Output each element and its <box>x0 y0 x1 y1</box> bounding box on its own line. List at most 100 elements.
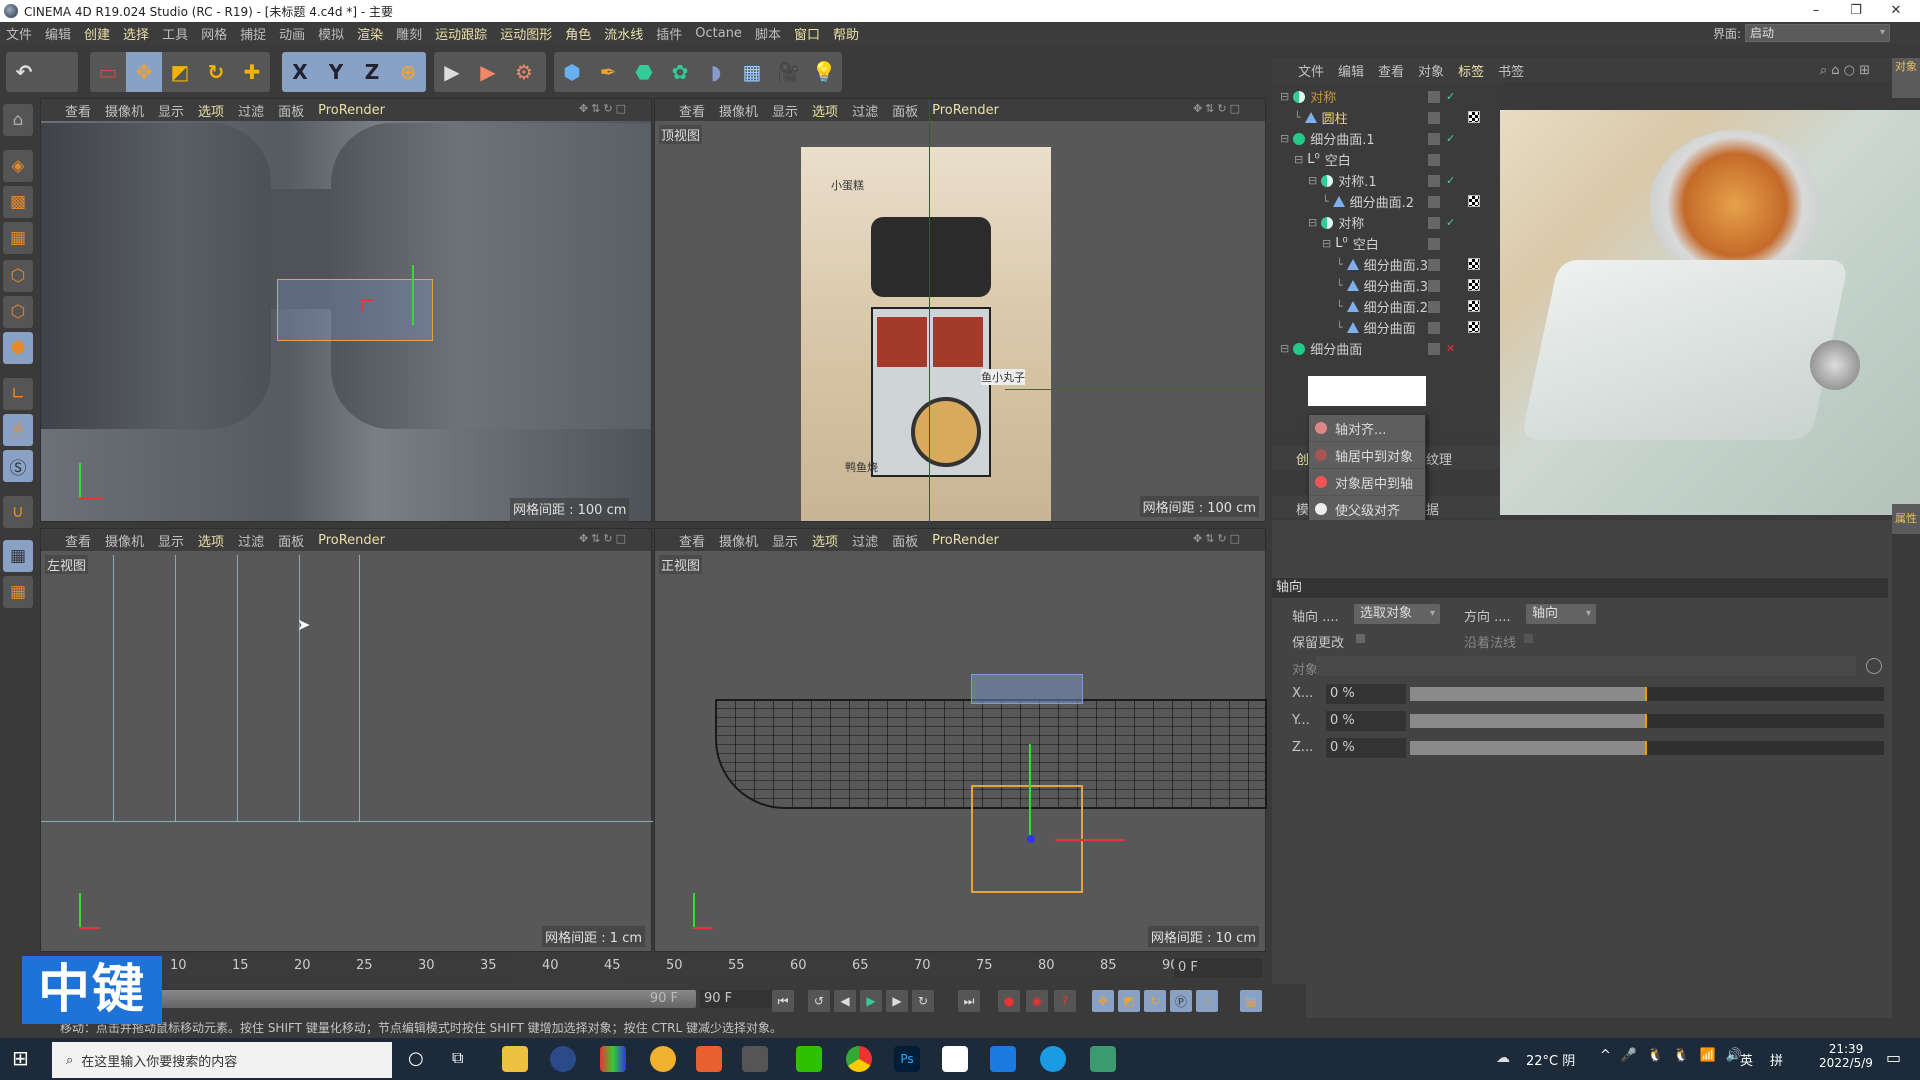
layer-icon[interactable] <box>1428 90 1440 103</box>
object-tree-item[interactable]: ⊟ L⁰ 空白 <box>1272 233 1500 254</box>
render-view-icon[interactable]: ▶ <box>434 52 470 92</box>
object-flags[interactable] <box>1428 277 1458 294</box>
data-menu[interactable]: 据 <box>1426 499 1439 518</box>
object-tree-item[interactable]: ⊟ 细分曲面 <box>1272 338 1500 359</box>
menu-item[interactable]: 雕刻 <box>396 24 422 43</box>
vp-menu-view[interactable]: 查看 <box>679 101 705 120</box>
render-settings-icon[interactable]: ⚙ <box>506 52 542 92</box>
baidu-netdisk-icon[interactable] <box>942 1046 968 1072</box>
select-rect-icon[interactable]: ▭ <box>90 52 126 92</box>
object-tree-item[interactable]: ⊟ 对称.1 <box>1272 170 1500 191</box>
vp-menu-options[interactable]: 选项 <box>198 101 224 120</box>
scale-icon[interactable]: ◩ <box>162 52 198 92</box>
object-tree-item[interactable]: ⊟ 对称 <box>1272 212 1500 233</box>
object-flags[interactable] <box>1428 193 1458 210</box>
object-flags[interactable]: ✓ <box>1428 130 1458 147</box>
x-axis-handle[interactable] <box>1055 839 1125 841</box>
file-explorer-icon[interactable] <box>502 1046 528 1072</box>
x-axis-button[interactable]: X <box>282 52 318 92</box>
vp-menu-prorender[interactable]: ProRender <box>932 533 999 548</box>
polygons-mode-icon[interactable]: ⬢ <box>3 332 33 364</box>
om-menu-edit[interactable]: 编辑 <box>1338 61 1364 80</box>
menu-item[interactable]: 文件 <box>6 24 32 43</box>
keyframe-selection-button[interactable]: ? <box>1054 990 1076 1012</box>
prev-key-button[interactable]: ↺ <box>808 990 830 1012</box>
rotate-icon[interactable]: ↻ <box>198 52 234 92</box>
powerpoint-icon[interactable] <box>696 1046 722 1072</box>
expand-toggle-icon[interactable]: ⊟ <box>1280 342 1289 355</box>
layer-icon[interactable] <box>1428 111 1440 124</box>
object-flags[interactable]: ✓ <box>1428 172 1458 189</box>
vp-menu-options[interactable]: 选项 <box>198 531 224 550</box>
move-icon[interactable]: ✥ <box>126 52 162 92</box>
undo-icon[interactable]: ↶ <box>6 52 42 92</box>
menu-item[interactable]: 脚本 <box>755 24 781 43</box>
viewport-left[interactable]: 查看 摄像机 显示 选项 过滤 面板 ProRender ✥⇅↻□ 左视图 ➤ … <box>40 528 653 952</box>
object-tree-item[interactable]: └ 细分曲面.3 <box>1272 254 1500 275</box>
texture-mode-icon[interactable]: ▩ <box>3 186 33 218</box>
record-button[interactable]: ● <box>998 990 1020 1012</box>
viewport-nav-icons[interactable]: ✥⇅↻□ <box>579 102 629 115</box>
deformer-icon[interactable]: ◗ <box>698 52 734 92</box>
percent-input[interactable]: 0 % <box>1326 711 1406 731</box>
windows-start-icon[interactable]: ⊞ <box>12 1046 29 1070</box>
vp-menu-filter[interactable]: 过滤 <box>238 101 264 120</box>
viewport-nav-icons[interactable]: ✥⇅↻□ <box>1193 102 1243 115</box>
vp-menu-options[interactable]: 选项 <box>812 101 838 120</box>
expand-toggle-icon[interactable]: ⊟ <box>1280 132 1289 145</box>
vp-menu-panel[interactable]: 面板 <box>278 101 304 120</box>
expand-toggle-icon[interactable]: ⊟ <box>1322 237 1331 250</box>
scheme-button[interactable]: ▤ <box>1240 990 1262 1012</box>
object-tree-item[interactable]: └ 细分曲面.3 <box>1272 275 1500 296</box>
edge-icon[interactable] <box>1040 1046 1066 1072</box>
color-swatch[interactable] <box>1308 376 1426 406</box>
popup-menu-item[interactable]: 轴居中到对象 <box>1309 442 1425 469</box>
vp-menu-display[interactable]: 显示 <box>772 531 798 550</box>
y-axis-button[interactable]: Y <box>318 52 354 92</box>
viewport-nav-icons[interactable]: ✥⇅↻□ <box>1193 532 1243 545</box>
weather-text[interactable]: 22°C 阴 <box>1526 1050 1575 1069</box>
percent-input[interactable]: 0 % <box>1326 684 1406 704</box>
menu-item[interactable]: 角色 <box>565 24 591 43</box>
menu-item[interactable]: 渲染 <box>357 24 383 43</box>
calculator-icon[interactable] <box>742 1046 768 1072</box>
vp-menu-prorender[interactable]: ProRender <box>318 533 385 548</box>
viewport-nav-icons[interactable]: ✥⇅↻□ <box>579 532 629 545</box>
vp-menu-camera[interactable]: 摄像机 <box>719 101 758 120</box>
vp-menu-filter[interactable]: 过滤 <box>852 101 878 120</box>
viewport-front[interactable]: 查看 摄像机 显示 选项 过滤 面板 ProRender ✥⇅↻□ 正视图 网格… <box>654 528 1267 952</box>
tweak-mode-icon[interactable]: 🖱 <box>3 414 33 446</box>
render-picture-viewer-icon[interactable]: ▶ <box>470 52 506 92</box>
goto-start-button[interactable]: ⏮ <box>772 990 794 1012</box>
enabled-check-icon[interactable]: ✓ <box>1446 132 1455 145</box>
layer-icon[interactable] <box>1428 132 1440 145</box>
vp-menu-camera[interactable]: 摄像机 <box>105 531 144 550</box>
enabled-check-icon[interactable]: ✓ <box>1446 216 1455 229</box>
enabled-check-icon[interactable]: ✓ <box>1446 90 1455 103</box>
vp-menu-prorender[interactable]: ProRender <box>932 103 999 118</box>
object-link-field[interactable] <box>1316 656 1856 676</box>
direction-dropdown[interactable]: 轴向 <box>1526 604 1596 624</box>
vp-menu-panel[interactable]: 面板 <box>278 531 304 550</box>
vp-menu-view[interactable]: 查看 <box>65 101 91 120</box>
menu-item[interactable]: 运动跟踪 <box>435 24 487 43</box>
om-search-icon[interactable]: ⌕ ⌂ ○ ⊞ <box>1820 63 1870 78</box>
model-mode-icon[interactable]: ◈ <box>3 150 33 182</box>
light-icon[interactable]: 💡 <box>806 52 842 92</box>
object-flags[interactable]: ✓ <box>1428 214 1458 231</box>
layer-icon[interactable] <box>1428 258 1440 271</box>
vp-menu-camera[interactable]: 摄像机 <box>719 531 758 550</box>
material-tag-icon[interactable] <box>1468 321 1480 333</box>
cloner-icon[interactable]: ✿ <box>662 52 698 92</box>
menu-item[interactable]: 插件 <box>656 24 682 43</box>
popup-menu-item[interactable]: 对象居中到轴 <box>1309 469 1425 496</box>
material-tag-icon[interactable] <box>1468 279 1480 291</box>
object-tree-item[interactable]: └ 细分曲面.2 <box>1272 296 1500 317</box>
menu-item[interactable]: 帮助 <box>833 24 859 43</box>
planar-workplane-icon[interactable]: ▦ <box>3 576 33 608</box>
object-flags[interactable] <box>1428 319 1458 336</box>
viewport-perspective[interactable]: 查看 摄像机 显示 选项 过滤 面板 ProRender ✥⇅↻□ 透视视图 <box>40 98 652 522</box>
layer-icon[interactable] <box>1428 300 1440 313</box>
expand-toggle-icon[interactable]: ⊟ <box>1308 216 1317 229</box>
key-rotation-button[interactable]: ↻ <box>1144 990 1166 1012</box>
